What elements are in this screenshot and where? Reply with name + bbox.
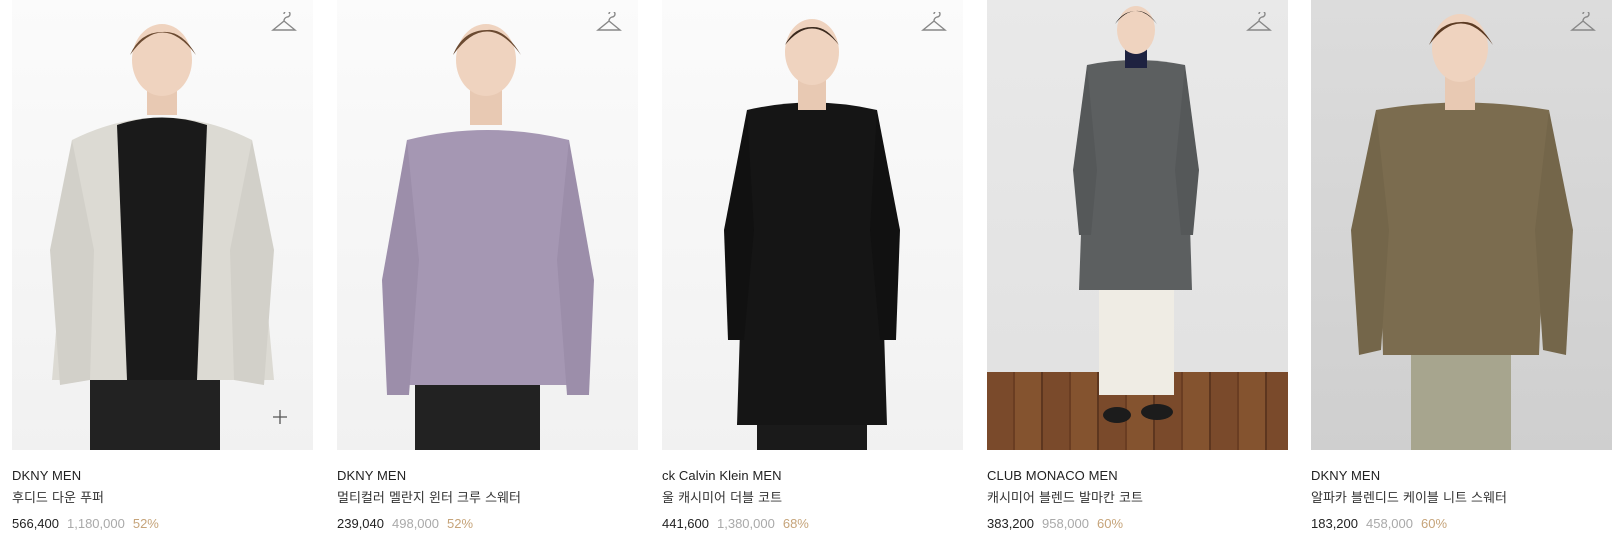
discount-rate: 52% — [447, 516, 474, 531]
sale-price: 183,200 — [1311, 516, 1358, 531]
product-brand[interactable]: DKNY MEN — [1311, 467, 1612, 484]
product-name[interactable]: 울 캐시미어 더블 코트 — [662, 490, 963, 507]
model-in-sweater — [382, 24, 594, 450]
product-card[interactable]: ck Calvin Klein MEN 울 캐시미어 더블 코트 441,600… — [662, 0, 963, 536]
plus-icon[interactable] — [273, 410, 287, 424]
product-info: CLUB MONACO MEN 캐시미어 블렌드 발마칸 코트 383,200 9… — [987, 450, 1288, 532]
sale-price: 566,400 — [12, 516, 59, 531]
original-price: 498,000 — [392, 516, 439, 531]
product-brand[interactable]: DKNY MEN — [337, 467, 638, 484]
discount-rate: 68% — [782, 516, 809, 531]
product-info: DKNY MEN 알파카 블렌디드 케이블 니트 스웨터 183,200 458,… — [1311, 450, 1612, 532]
product-image[interactable] — [12, 0, 313, 450]
product-info: DKNY MEN 후디드 다운 푸퍼 566,400 1,180,000 52% — [12, 450, 313, 532]
sale-price: 383,200 — [987, 516, 1034, 531]
product-image[interactable] — [337, 0, 638, 450]
price-row: 239,040 498,000 52% — [337, 515, 638, 532]
product-card[interactable]: DKNY MEN 멀티컬러 멜란지 윈터 크루 스웨터 239,040 498,0… — [337, 0, 638, 536]
discount-rate: 60% — [1097, 516, 1124, 531]
original-price: 1,180,000 — [67, 516, 125, 531]
hanger-icon[interactable] — [921, 12, 947, 34]
model-in-puffer-jacket — [50, 24, 274, 450]
original-price: 958,000 — [1042, 516, 1089, 531]
hanger-icon[interactable] — [271, 12, 297, 34]
product-info: DKNY MEN 멀티컬러 멜란지 윈터 크루 스웨터 239,040 498,0… — [337, 450, 638, 532]
hanger-icon[interactable] — [596, 12, 622, 34]
product-name[interactable]: 캐시미어 블렌드 발마칸 코트 — [987, 490, 1288, 507]
product-card[interactable]: CLUB MONACO MEN 캐시미어 블렌드 발마칸 코트 383,200 9… — [987, 0, 1288, 536]
hanger-icon[interactable] — [1246, 12, 1272, 34]
original-price: 1,380,000 — [717, 516, 775, 531]
price-row: 183,200 458,000 60% — [1311, 515, 1612, 532]
product-info: ck Calvin Klein MEN 울 캐시미어 더블 코트 441,600… — [662, 450, 963, 532]
product-name[interactable]: 멀티컬러 멜란지 윈터 크루 스웨터 — [337, 490, 638, 507]
product-card[interactable]: DKNY MEN 알파카 블렌디드 케이블 니트 스웨터 183,200 458,… — [1311, 0, 1612, 536]
hanger-icon[interactable] — [1570, 12, 1596, 34]
model-in-gray-coat — [1073, 6, 1199, 423]
product-image[interactable] — [662, 0, 963, 450]
sale-price: 441,600 — [662, 516, 709, 531]
product-brand[interactable]: ck Calvin Klein MEN — [662, 467, 963, 484]
product-image[interactable] — [1311, 0, 1612, 450]
price-row: 566,400 1,180,000 52% — [12, 515, 313, 532]
price-row: 383,200 958,000 60% — [987, 515, 1288, 532]
model-in-black-coat — [724, 19, 900, 450]
discount-rate: 60% — [1421, 516, 1448, 531]
product-brand[interactable]: CLUB MONACO MEN — [987, 467, 1288, 484]
discount-rate: 52% — [132, 516, 159, 531]
product-grid: DKNY MEN 후디드 다운 푸퍼 566,400 1,180,000 52% — [0, 0, 1617, 536]
product-brand[interactable]: DKNY MEN — [12, 467, 313, 484]
original-price: 458,000 — [1366, 516, 1413, 531]
model-in-cable-knit-sweater — [1351, 14, 1573, 450]
product-image[interactable] — [987, 0, 1288, 450]
sale-price: 239,040 — [337, 516, 384, 531]
product-name[interactable]: 알파카 블렌디드 케이블 니트 스웨터 — [1311, 490, 1612, 507]
product-card[interactable]: DKNY MEN 후디드 다운 푸퍼 566,400 1,180,000 52% — [12, 0, 313, 536]
price-row: 441,600 1,380,000 68% — [662, 515, 963, 532]
product-name[interactable]: 후디드 다운 푸퍼 — [12, 490, 313, 507]
